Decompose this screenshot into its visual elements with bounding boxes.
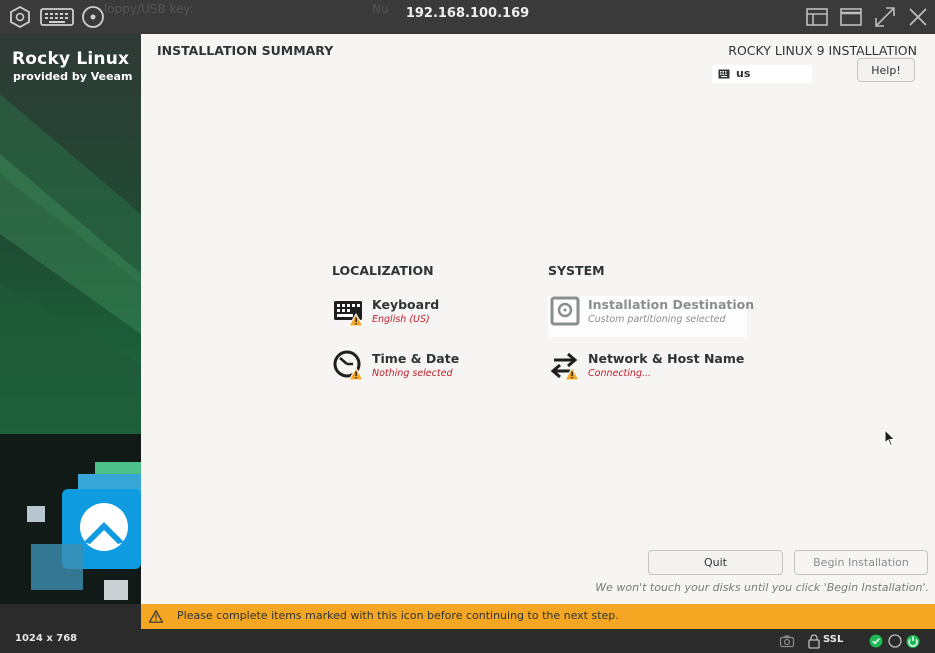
warning-icon [149,610,163,623]
host-address: 192.168.100.169 [405,6,530,21]
begin-installation-button[interactable]: Begin Installation [794,550,928,575]
spoke-network-status: Connecting... [588,368,652,379]
spoke-network-title: Network & Host Name [588,351,745,366]
spoke-keyboard[interactable]: Keyboard English (US) [332,296,512,336]
close-icon[interactable] [906,5,930,29]
fullscreen-icon[interactable] [873,5,897,29]
brand-sidebar: Rocky Linux provided by Veeam [0,34,141,604]
warning-message: Please complete items marked with this i… [177,609,619,622]
status-empty-icon [887,633,903,649]
keyboard-spoke-icon [332,296,366,330]
remote-console-titlebar: loppy/USB key: Nu 192.168.100.169 [0,0,935,34]
spoke-time-date-status: Nothing selected [372,368,453,379]
spoke-destination-title: Installation Destination [588,297,755,312]
quit-button[interactable]: Quit [648,550,783,575]
spoke-time-date[interactable]: Time & Date Nothing selected [332,350,512,390]
window-icon[interactable] [839,5,863,29]
spoke-keyboard-title: Keyboard [372,297,440,312]
clock-spoke-icon [332,350,366,384]
camera-icon[interactable] [779,633,795,649]
spoke-installation-destination[interactable]: Installation Destination Custom partitio… [548,296,754,337]
status-ok-icon [868,633,884,649]
brand-subtitle: provided by Veeam [13,70,133,83]
spoke-network-hostname[interactable]: Network & Host Name Connecting... [548,350,748,390]
page-title: INSTALLATION SUMMARY [157,43,334,58]
help-button[interactable]: Help! [857,58,915,82]
resolution-label: 1024 x 768 [15,633,78,644]
installation-summary-hub: INSTALLATION SUMMARY ROCKY LINUX 9 INSTA… [141,34,935,604]
power-icon[interactable] [905,633,921,649]
disk-spoke-icon [548,296,582,330]
network-spoke-icon [548,350,582,384]
product-title: ROCKY LINUX 9 INSTALLATION [728,43,917,58]
mouse-cursor-icon [884,429,896,447]
lock-icon [806,633,822,649]
ssl-label: SSL [823,634,844,645]
layout-panel-icon[interactable] [805,5,829,29]
keyboard-icon [718,69,730,79]
sidebar-artwork [0,34,141,604]
console-statusbar: 1024 x 768 SSL [0,629,935,653]
spoke-time-date-title: Time & Date [372,351,460,366]
keyboard-layout-indicator[interactable]: us [712,65,812,83]
brand-title: Rocky Linux [12,49,130,69]
spoke-keyboard-status: English (US) [372,314,430,325]
incomplete-warning-bar: Please complete items marked with this i… [141,604,935,629]
system-heading: SYSTEM [548,263,605,278]
localization-heading: LOCALIZATION [332,263,434,278]
spoke-destination-status: Custom partitioning selected [588,314,726,325]
disk-safety-note: We won't touch your disks until you clic… [595,581,929,594]
keyboard-layout-value: us [736,67,751,80]
